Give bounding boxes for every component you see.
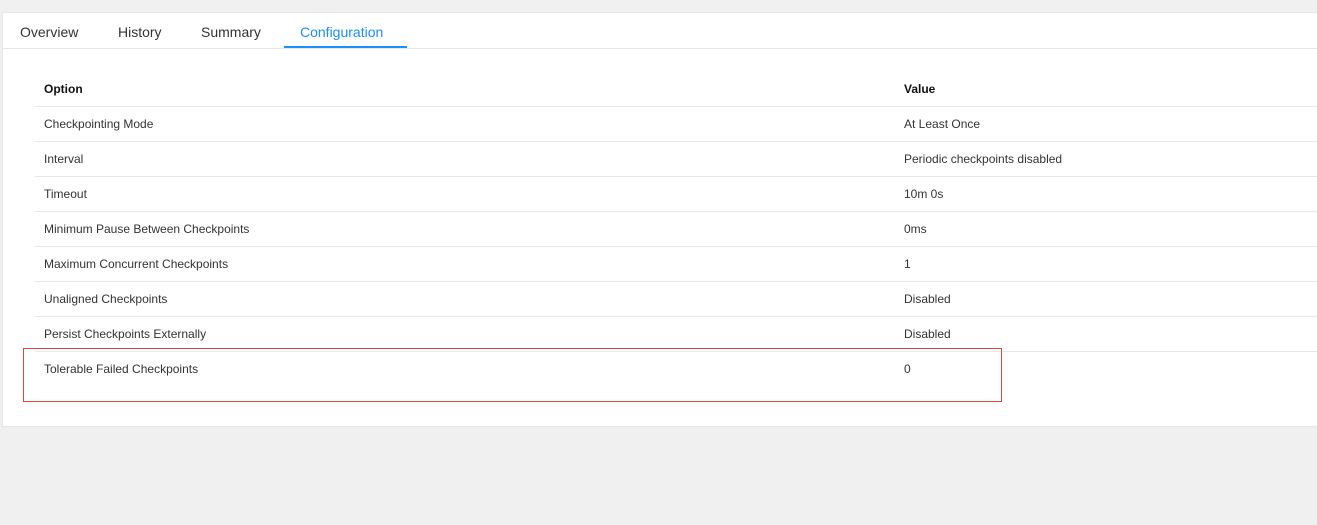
table-row: Maximum Concurrent Checkpoints 1	[35, 247, 1317, 282]
table-row: Unaligned Checkpoints Disabled	[35, 282, 1317, 317]
table-row: Minimum Pause Between Checkpoints 0ms	[35, 212, 1317, 247]
option-cell: Checkpointing Mode	[44, 117, 154, 131]
option-cell: Interval	[44, 152, 84, 166]
option-cell: Persist Checkpoints Externally	[44, 327, 207, 341]
configuration-table: Option Value Checkpointing Mode At Least…	[35, 72, 1317, 387]
table-row: Persist Checkpoints Externally Disabled	[35, 317, 1317, 352]
table-header-row: Option Value	[35, 72, 1317, 107]
option-cell: Minimum Pause Between Checkpoints	[44, 222, 250, 236]
option-cell: Tolerable Failed Checkpoints	[44, 362, 199, 376]
value-cell: Periodic checkpoints disabled	[904, 152, 1063, 166]
column-header-option: Option	[44, 82, 83, 96]
value-cell: 10m 0s	[904, 187, 944, 201]
table-row: Timeout 10m 0s	[35, 177, 1317, 212]
value-cell: Disabled	[904, 327, 951, 341]
table-row: Checkpointing Mode At Least Once	[35, 107, 1317, 142]
value-cell: 0ms	[904, 222, 927, 236]
tab-bar: Overview History Summary Configuration	[3, 13, 1317, 49]
option-cell: Timeout	[44, 187, 87, 201]
option-cell: Maximum Concurrent Checkpoints	[44, 257, 229, 271]
tab-overview[interactable]: Overview	[20, 13, 78, 49]
value-cell: 0	[904, 362, 911, 376]
option-cell: Unaligned Checkpoints	[44, 292, 168, 306]
checkpoint-details-panel: Overview History Summary Configuration O…	[2, 12, 1317, 427]
value-cell: At Least Once	[904, 117, 981, 131]
active-tab-indicator	[284, 46, 407, 48]
table-row: Interval Periodic checkpoints disabled	[35, 142, 1317, 177]
value-cell: Disabled	[904, 292, 951, 306]
tab-configuration[interactable]: Configuration	[300, 13, 383, 49]
table-row-tolerable-failed: Tolerable Failed Checkpoints 0	[35, 352, 1317, 387]
tab-history[interactable]: History	[118, 13, 162, 49]
column-header-value: Value	[904, 82, 936, 96]
value-cell: 1	[904, 257, 911, 271]
tab-summary[interactable]: Summary	[201, 13, 261, 49]
